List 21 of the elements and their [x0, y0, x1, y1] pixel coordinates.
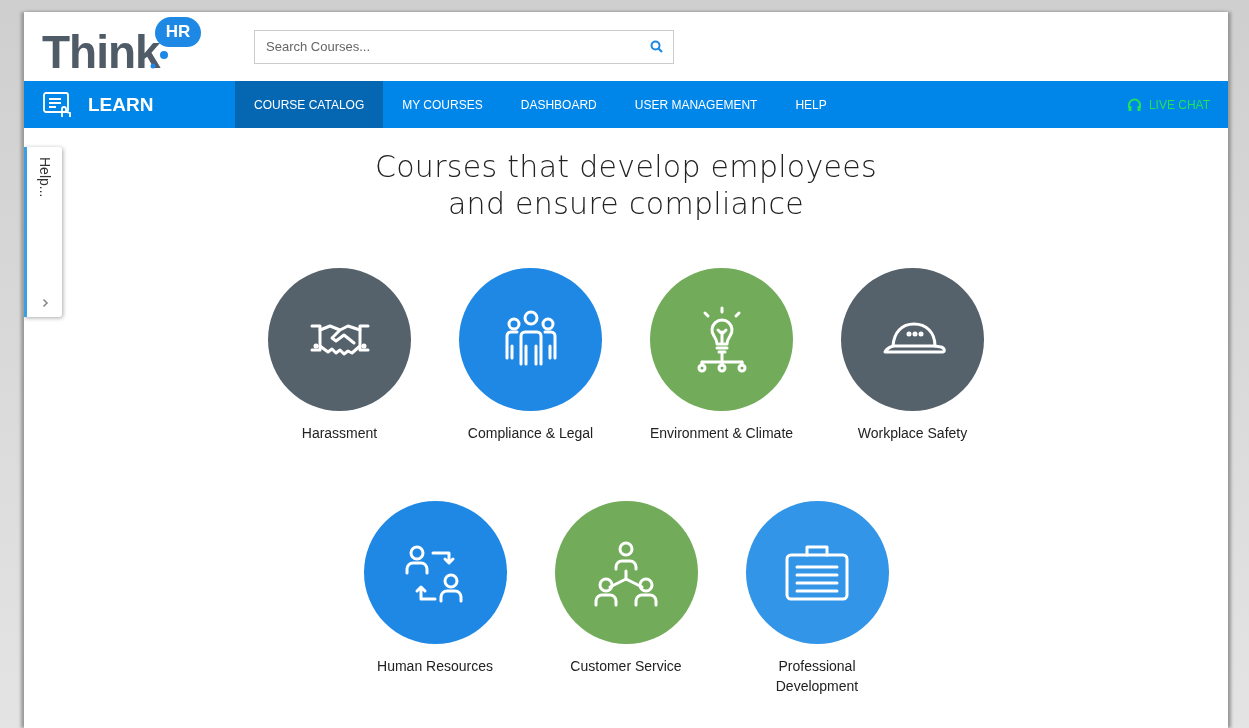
headset-icon — [1126, 97, 1142, 112]
section-title: LEARN — [88, 93, 154, 116]
search-icon[interactable] — [650, 39, 663, 53]
category-link[interactable]: Harassment — [244, 423, 435, 443]
page-heading: and ensure compliance — [446, 185, 806, 222]
nav-tab[interactable]: MY COURSES — [383, 81, 502, 128]
category-link[interactable]: Compliance & Legal — [435, 423, 626, 443]
category-link[interactable]: Customer Service — [531, 656, 721, 676]
help-tab[interactable]: Help... — [24, 147, 62, 317]
search-field[interactable]: Search Courses... — [254, 29, 674, 64]
tablet-icon — [42, 90, 74, 119]
category-link[interactable]: Human Resources — [340, 656, 530, 676]
nav-tab[interactable]: USER MANAGEMENT — [615, 81, 777, 128]
category-link[interactable]: Professional Development — [722, 656, 912, 696]
category-link[interactable]: Environment & Climate — [626, 423, 817, 443]
nav-tab[interactable]: DASHBOARD — [501, 81, 616, 128]
nav-tab[interactable]: COURSE CATALOG — [235, 81, 384, 128]
page-heading: Courses that develop employees — [374, 148, 878, 185]
nav-tab[interactable]: HELP — [776, 81, 846, 128]
chevron-right-icon[interactable] — [42, 298, 49, 308]
category-link[interactable]: Workplace Safety — [817, 423, 1008, 443]
